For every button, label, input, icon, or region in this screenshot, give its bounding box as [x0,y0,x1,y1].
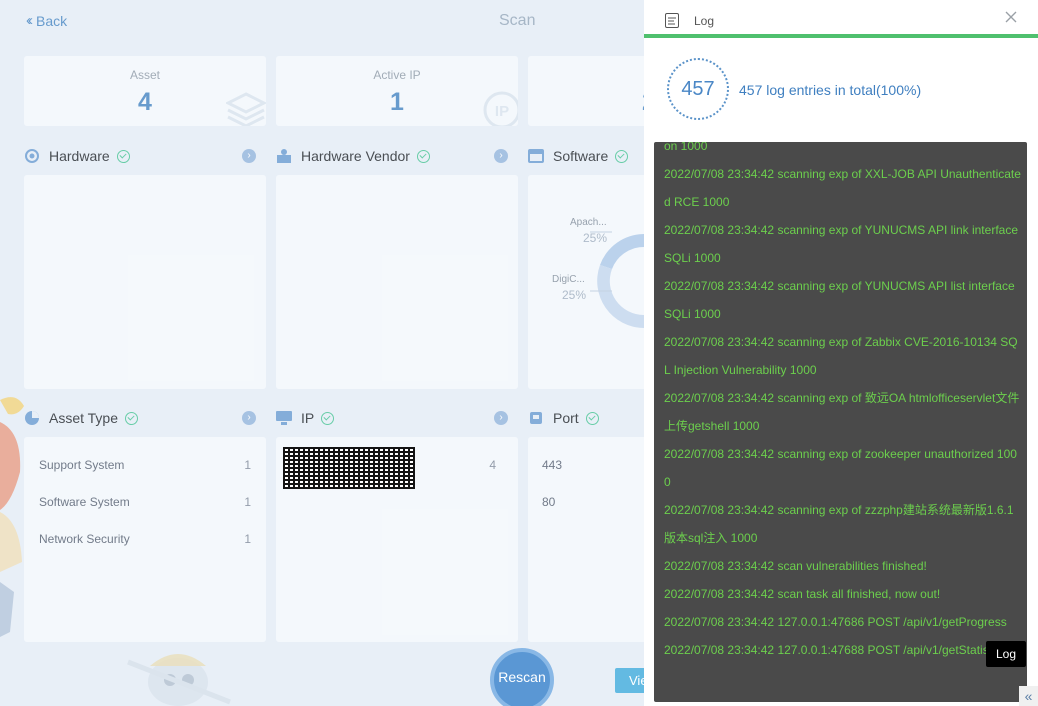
log-file-icon [665,13,679,28]
log-count-circle: 457 [667,58,729,120]
log-lines: on 1000 2022/07/08 23:34:42 scanning exp … [664,142,1021,664]
collapse-icon[interactable]: « [1019,686,1038,706]
log-line: 2022/07/08 23:34:42 scan task all finish… [664,587,941,601]
log-line: 2022/07/08 23:34:42 scanning exp of XXL-… [664,167,1021,209]
modal-overlay[interactable] [0,0,644,706]
log-line: on 1000 [664,142,708,153]
log-line: 2022/07/08 23:34:42 127.0.0.1:47688 POST… [664,643,1015,657]
log-line: 2022/07/08 23:34:42 scanning exp of zook… [664,447,1017,489]
log-tooltip: Log [986,641,1026,667]
log-line: 2022/07/08 23:34:42 scanning exp of Zabb… [664,335,1018,377]
log-progress-bar [644,34,1038,38]
log-line: 2022/07/08 23:34:42 scanning exp of YUNU… [664,223,1018,265]
log-output[interactable]: on 1000 2022/07/08 23:34:42 scanning exp … [654,142,1027,702]
drawer-title: Log [694,14,715,28]
log-line: 2022/07/08 23:34:42 scan vulnerabilities… [664,559,927,573]
log-drawer: Log 457 457 log entries in total(100%) o… [644,0,1038,706]
log-line: 2022/07/08 23:34:42 scanning exp of zzzp… [664,503,1014,545]
log-line: 2022/07/08 23:34:42 127.0.0.1:47686 POST… [664,615,1007,629]
close-icon[interactable] [1004,10,1018,24]
log-line: 2022/07/08 23:34:42 scanning exp of 致远OA… [664,391,1020,433]
drawer-header: Log [644,0,1038,36]
log-line: 2022/07/08 23:34:42 scanning exp of YUNU… [664,279,1015,321]
log-summary: 457 log entries in total(100%) [739,82,922,98]
